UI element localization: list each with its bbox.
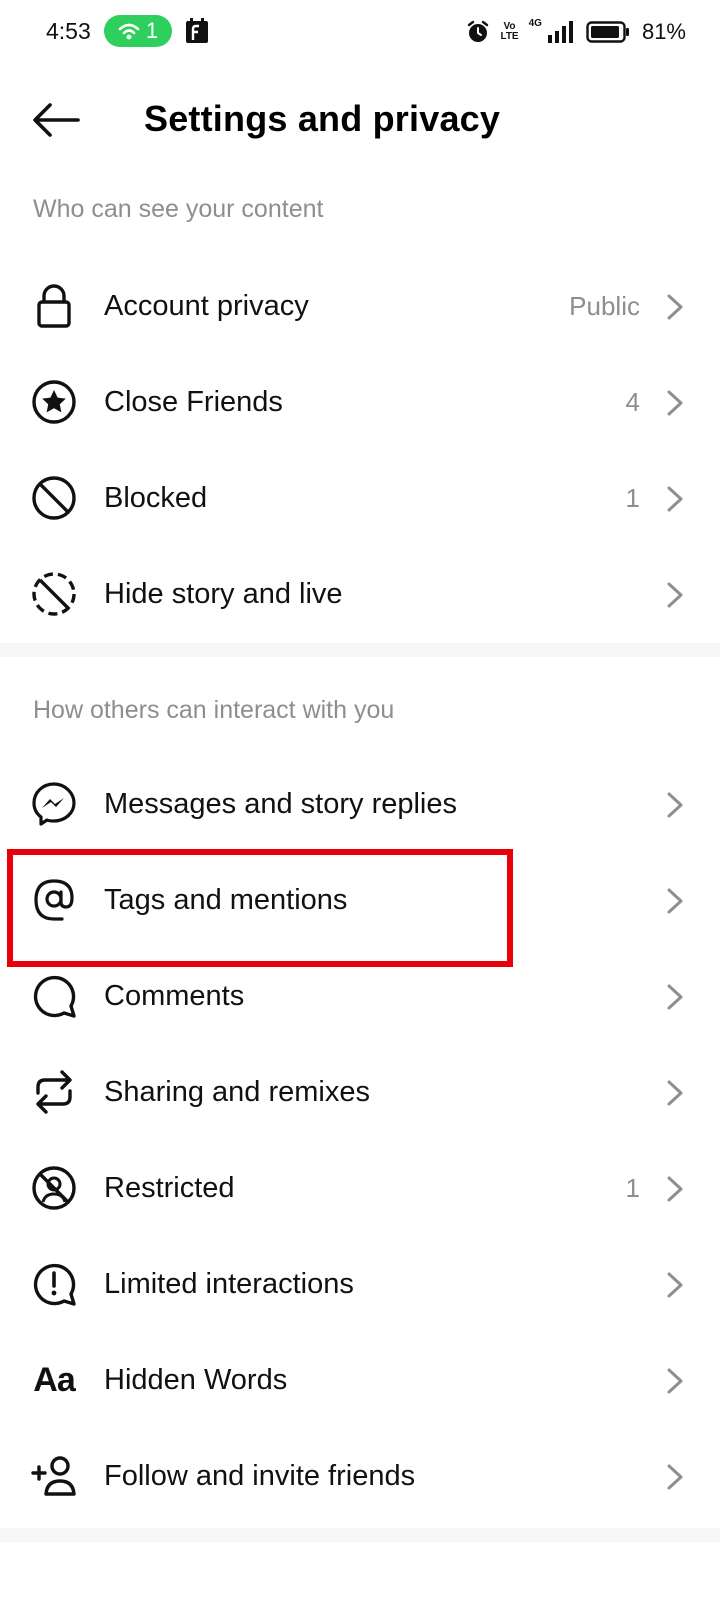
status-bar: 4:53 1 Vo LTE 4G 81%: [0, 0, 720, 64]
row-tags-mentions[interactable]: Tags and mentions: [0, 854, 720, 946]
row-limited-interactions[interactable]: Limited interactions: [0, 1238, 720, 1330]
row-label: Hide story and live: [104, 578, 343, 610]
volte-icon: Vo LTE: [500, 22, 518, 42]
at-sign-icon: [30, 876, 78, 924]
row-label: Restricted: [104, 1172, 235, 1204]
chevron-right-icon: [667, 390, 683, 416]
blocked-icon: [30, 474, 78, 522]
row-messages-story-replies[interactable]: Messages and story replies: [0, 758, 720, 850]
chevron-right-icon: [667, 1080, 683, 1106]
hotspot-icon: [118, 23, 140, 40]
row-restricted[interactable]: Restricted 1: [0, 1142, 720, 1234]
add-person-icon: [30, 1452, 78, 1500]
status-time: 4:53: [46, 18, 91, 44]
chevron-right-icon: [667, 984, 683, 1010]
row-label: Tags and mentions: [104, 884, 348, 916]
row-value: 4: [625, 387, 640, 417]
row-label: Hidden Words: [104, 1364, 288, 1396]
hidden-words-icon: Aa: [30, 1356, 78, 1404]
row-close-friends[interactable]: Close Friends 4: [0, 356, 720, 448]
star-circle-icon: [30, 378, 78, 426]
hotspot-indicator: 1: [104, 15, 172, 47]
row-hide-story-live[interactable]: Hide story and live: [0, 548, 720, 640]
alarm-icon: [468, 20, 489, 42]
section-divider: [0, 1528, 720, 1542]
row-follow-invite-friends[interactable]: Follow and invite friends: [0, 1430, 720, 1522]
row-value: 1: [625, 1173, 640, 1203]
row-label: Account privacy: [104, 290, 309, 322]
remix-icon: [30, 1068, 78, 1116]
comment-icon: [30, 972, 78, 1020]
row-sharing-remixes[interactable]: Sharing and remixes: [0, 1046, 720, 1138]
chevron-right-icon: [667, 1272, 683, 1298]
restricted-icon: [30, 1164, 78, 1212]
row-value: Public: [569, 291, 640, 321]
chevron-right-icon: [667, 792, 683, 818]
section-divider: [0, 643, 720, 657]
lock-icon: [30, 282, 78, 330]
row-label: Close Friends: [104, 386, 283, 418]
network-type-label: 4G: [528, 17, 542, 29]
signal-icon: [547, 21, 573, 43]
row-value: 1: [625, 483, 640, 513]
row-label: Blocked: [104, 482, 208, 514]
hide-story-icon: [30, 570, 78, 618]
header: Settings and privacy: [0, 76, 720, 168]
row-label: Limited interactions: [104, 1268, 354, 1300]
chevron-right-icon: [667, 1464, 683, 1490]
chevron-right-icon: [667, 888, 683, 914]
status-right-cluster: Vo LTE 4G 81%: [466, 14, 686, 50]
messenger-icon: [30, 780, 78, 828]
row-label: Sharing and remixes: [104, 1076, 370, 1108]
battery-icon: [586, 21, 629, 43]
section-title: Who can see your content: [33, 195, 324, 223]
page-title: Settings and privacy: [144, 98, 501, 139]
chevron-right-icon: [667, 294, 683, 320]
arrow-left-icon: [33, 103, 80, 137]
battery-percentage: 81%: [641, 19, 686, 44]
row-hidden-words[interactable]: Aa Hidden Words: [0, 1334, 720, 1426]
row-comments[interactable]: Comments: [0, 950, 720, 1042]
hidden-words-icon-text: Aa: [33, 1360, 75, 1399]
hotspot-count: 1: [145, 18, 159, 43]
limited-interactions-icon: [30, 1260, 78, 1308]
row-label: Messages and story replies: [104, 788, 457, 820]
notification-app-icon: [186, 18, 208, 43]
chevron-right-icon: [667, 486, 683, 512]
row-label: Comments: [104, 980, 245, 1012]
chevron-right-icon: [667, 1176, 683, 1202]
chevron-right-icon: [667, 1368, 683, 1394]
back-button[interactable]: [28, 96, 84, 144]
chevron-right-icon: [667, 582, 683, 608]
section-title: How others can interact with you: [33, 696, 395, 724]
row-blocked[interactable]: Blocked 1: [0, 452, 720, 544]
volte-label-bottom: LTE: [500, 31, 519, 42]
row-label: Follow and invite friends: [104, 1460, 416, 1492]
row-account-privacy[interactable]: Account privacy Public: [0, 260, 720, 352]
